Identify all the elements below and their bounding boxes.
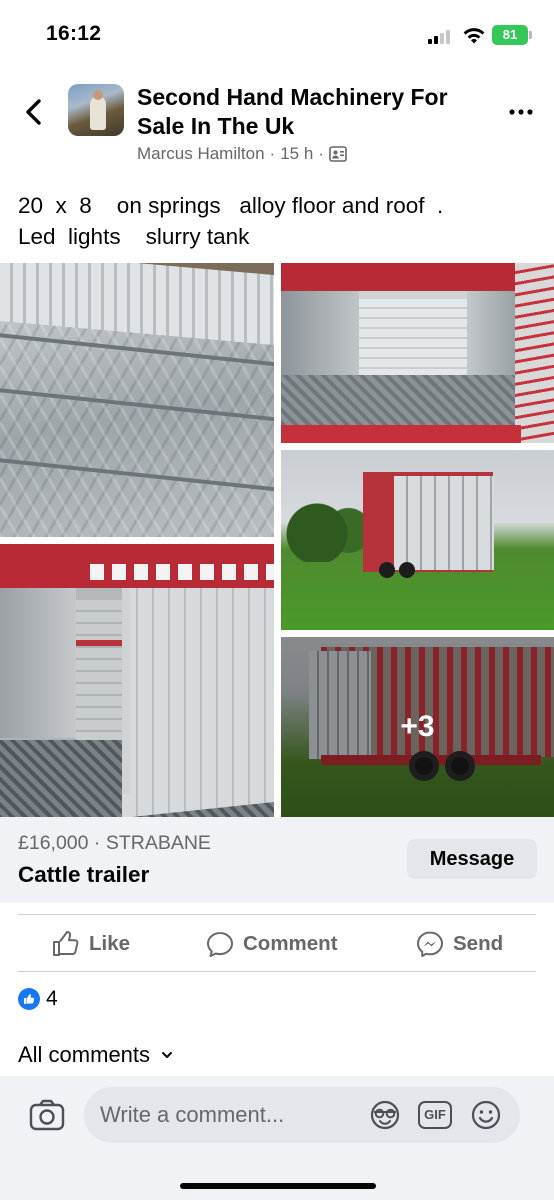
photo-roof-gaps [90, 564, 274, 580]
reaction-count: 4 [46, 987, 58, 1010]
meta-separator-2: · [318, 144, 324, 163]
send-label: Send [453, 932, 504, 955]
all-comments-label: All comments [18, 1042, 151, 1067]
comment-label: Comment [243, 932, 338, 955]
photo-wheel [379, 562, 395, 578]
comment-input[interactable] [100, 1087, 360, 1143]
thumbs-up-icon [53, 931, 79, 956]
status-bar: 16:12 81 [0, 0, 554, 70]
post-text: 20 x 8 on springs alloy floor and roof .… [18, 193, 444, 249]
photo-back-wall [0, 588, 76, 738]
comment-composer: GIF [0, 1076, 554, 1200]
photo-gate [122, 562, 274, 817]
messenger-icon [417, 931, 443, 957]
all-comments-filter[interactable]: All comments [18, 1042, 174, 1068]
like-label: Like [89, 932, 131, 955]
photo-post [122, 564, 130, 794]
photo-interior-rear[interactable] [281, 263, 554, 443]
more-dots-icon[interactable] [506, 100, 536, 124]
avatar-head [93, 90, 103, 100]
group-name[interactable]: Second Hand Machinery For Sale In The Uk [137, 83, 467, 141]
group-members-icon [329, 146, 347, 162]
emoji-icon[interactable] [470, 1099, 502, 1131]
photo-back-door [359, 299, 467, 375]
photo-base [281, 425, 521, 443]
listing-card[interactable]: £16,000 · STRABANE Cattle trailer Messag… [0, 817, 554, 903]
wifi-icon [463, 28, 485, 44]
avatar-person [90, 96, 106, 130]
thumbs-up-small-icon [24, 994, 35, 1004]
post-meta: Marcus Hamilton · 15 h · [137, 144, 347, 164]
photo-interior-side[interactable] [0, 544, 274, 817]
camera-icon[interactable] [28, 1098, 66, 1132]
reactions-summary[interactable]: 4 [18, 987, 58, 1011]
photo-red-bar [76, 640, 126, 646]
more-photos-count[interactable]: +3 [281, 637, 554, 817]
photo-more[interactable]: +3 [281, 637, 554, 817]
comment-box[interactable]: GIF [84, 1087, 520, 1143]
post-time[interactable]: 15 h [280, 144, 313, 164]
photo-trees [281, 492, 371, 562]
photo-plate [0, 263, 274, 345]
back-button[interactable] [18, 92, 50, 132]
comment-button[interactable]: Comment [205, 915, 338, 973]
photo-floor[interactable] [0, 263, 274, 537]
author-name[interactable]: Marcus Hamilton [137, 144, 265, 164]
like-reaction-icon [18, 988, 40, 1010]
photo-roof [281, 263, 554, 291]
home-indicator [180, 1183, 376, 1189]
photo-trailer-door [394, 476, 494, 570]
photo-wheel [399, 562, 415, 578]
photo-rail [0, 457, 274, 493]
status-time: 16:12 [46, 22, 102, 45]
photo-rail [0, 387, 274, 423]
sticker-icon[interactable] [368, 1100, 402, 1130]
meta-separator: · [269, 144, 276, 163]
battery-indicator: 81 [492, 25, 532, 45]
listing-price-location: £16,000 · STRABANE [18, 832, 211, 854]
photo-trailer-field[interactable] [281, 450, 554, 630]
action-bar: Like Comment Send [18, 914, 536, 972]
photo-floor-plate [281, 375, 521, 425]
message-button[interactable]: Message [407, 839, 537, 879]
listing-title: Cattle trailer [18, 862, 150, 887]
gif-button[interactable]: GIF [418, 1101, 452, 1129]
like-button[interactable]: Like [51, 915, 130, 973]
chevron-down-icon [162, 1052, 173, 1058]
signal-icon [428, 28, 456, 44]
photo-side-wall [76, 600, 126, 740]
send-button[interactable]: Send [415, 915, 503, 973]
group-avatar[interactable] [68, 84, 124, 136]
photo-gate [515, 263, 554, 443]
comment-bubble-icon [207, 932, 233, 957]
